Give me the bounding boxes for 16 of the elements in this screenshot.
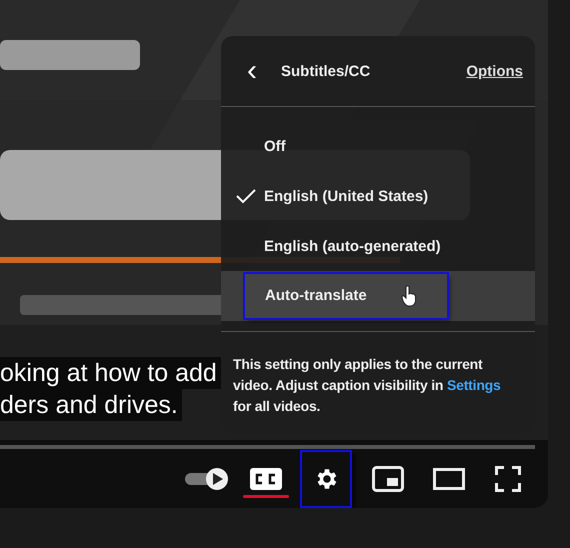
caption-option[interactable]: English (auto-generated) [264, 238, 441, 254]
settings-link[interactable]: Settings [446, 377, 501, 393]
caption-note: This setting only applies to the current video. Adjust caption visibility in Settings for all videos. [232, 355, 502, 416]
miniplayer-icon [372, 466, 404, 492]
caption-option[interactable]: Off [264, 138, 286, 154]
toggle-play-icon [185, 467, 229, 491]
fullscreen-icon [495, 466, 521, 492]
subtitles-icon [250, 468, 282, 490]
caption-option[interactable]: English (United States) [264, 188, 428, 204]
back-button[interactable]: ‹ [241, 56, 263, 86]
hand-cursor-icon [401, 285, 417, 307]
options-link[interactable]: Options [466, 62, 523, 80]
menu-title: Subtitles/CC [281, 62, 372, 80]
caption-option[interactable]: Auto-translate [245, 274, 447, 318]
settings-button[interactable] [300, 450, 352, 508]
rectangle-icon [433, 468, 465, 490]
